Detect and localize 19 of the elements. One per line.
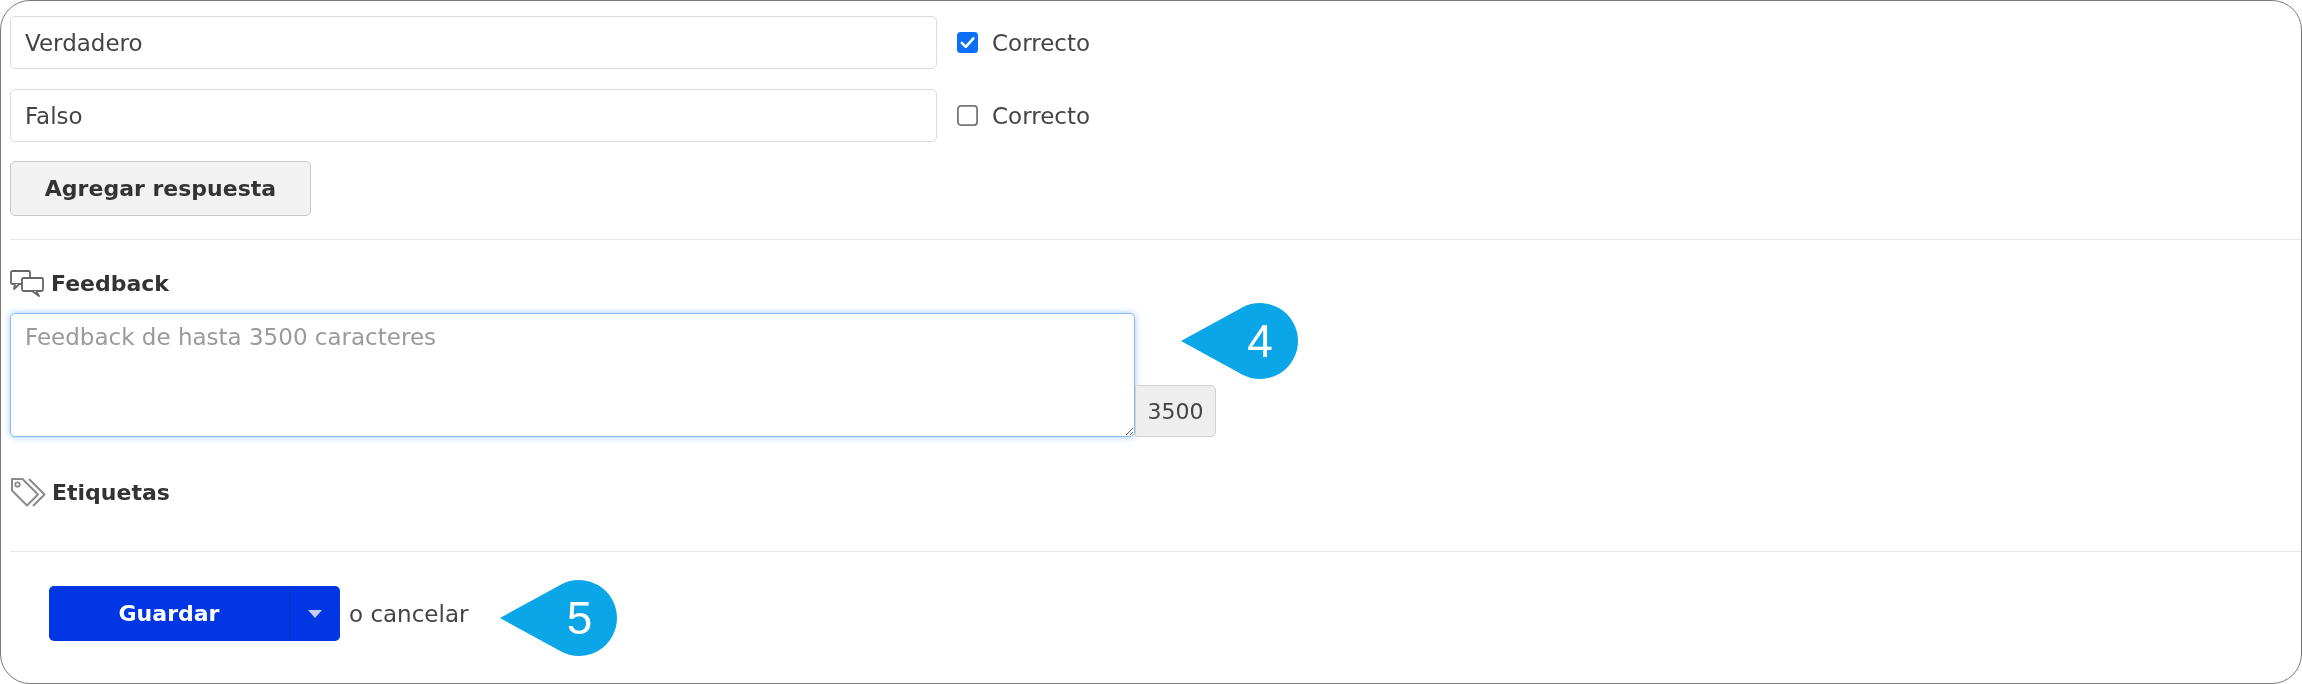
- chat-bubbles-icon: [10, 269, 44, 297]
- tags-heading: Etiquetas: [52, 480, 170, 505]
- save-button[interactable]: Guardar: [49, 586, 289, 641]
- correct-checkbox[interactable]: [957, 105, 978, 126]
- step-marker: 5: [500, 578, 619, 657]
- character-counter: 3500: [1135, 385, 1216, 437]
- correct-label: Correcto: [992, 29, 1091, 56]
- step-marker: 4: [1181, 302, 1299, 380]
- dropdown-toggle-button[interactable]: [289, 586, 340, 641]
- caret-icon: [308, 609, 322, 618]
- answer-field[interactable]: Falso: [10, 89, 937, 142]
- feedback-heading: Feedback: [51, 270, 169, 296]
- correct-checkbox[interactable]: [957, 32, 978, 53]
- answer-field[interactable]: Verdadero: [10, 16, 937, 69]
- correct-label: Correcto: [992, 102, 1091, 129]
- add-answer-button[interactable]: Agregar respuesta: [10, 161, 311, 216]
- tags-icon: [10, 476, 47, 509]
- cancel-text: o cancelar: [349, 600, 469, 627]
- feedback-textarea[interactable]: Feedback de hasta 3500 caracteres: [10, 313, 1135, 437]
